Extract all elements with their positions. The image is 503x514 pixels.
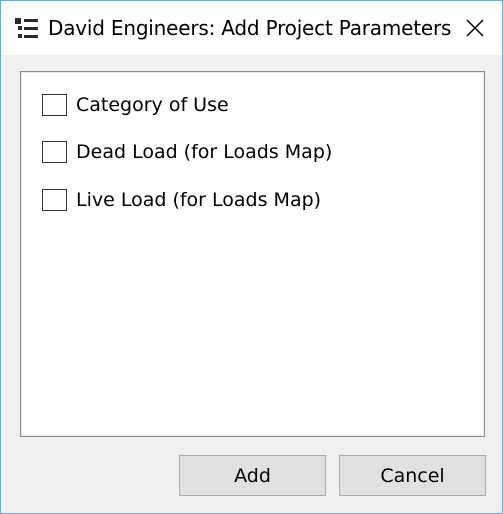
list-item-dead-load[interactable]: Dead Load (for Loads Map) [42,139,332,165]
list-icon [15,18,38,38]
checkbox[interactable] [42,94,67,116]
dialog-window: David Engineers: Add Project Parameters … [0,0,503,514]
list-item-category-of-use[interactable]: Category of Use [42,92,229,118]
window-title: David Engineers: Add Project Parameters [48,16,452,40]
list-item-live-load[interactable]: Live Load (for Loads Map) [42,187,321,213]
checkbox[interactable] [42,141,67,163]
checkbox[interactable] [42,189,67,211]
list-item-label: Dead Load (for Loads Map) [76,141,333,163]
title-bar: David Engineers: Add Project Parameters [1,1,502,55]
close-icon [466,19,484,37]
close-button[interactable] [448,1,502,55]
add-button[interactable]: Add [179,455,326,496]
list-item-label: Category of Use [76,94,229,116]
cancel-button[interactable]: Cancel [339,455,486,496]
list-item-label: Live Load (for Loads Map) [76,189,322,211]
parameter-list[interactable]: Category of Use Dead Load (for Loads Map… [20,71,485,437]
